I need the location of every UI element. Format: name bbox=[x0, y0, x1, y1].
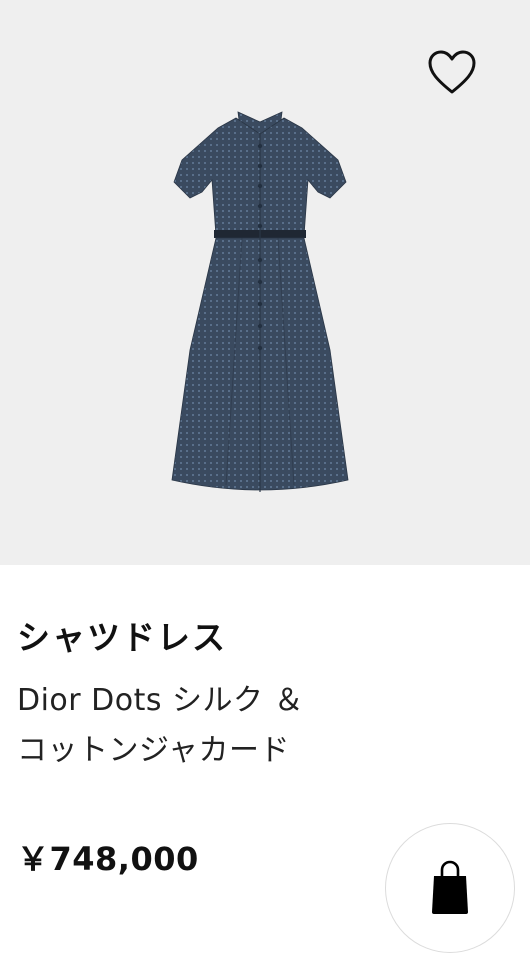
product-subtitle: Dior Dots シルク ＆ コットンジャカード bbox=[17, 676, 517, 776]
heart-outline-icon bbox=[428, 50, 476, 94]
product-image bbox=[171, 111, 349, 492]
product-info: シャツドレス Dior Dots シルク ＆ コットンジャカード bbox=[17, 612, 517, 776]
product-price: ￥748,000 bbox=[17, 840, 199, 878]
product-subtitle-line-2: コットンジャカード bbox=[17, 733, 290, 768]
shopping-bag-icon bbox=[432, 860, 468, 914]
add-to-cart-button[interactable] bbox=[385, 823, 515, 953]
product-card[interactable]: シャツドレス Dior Dots シルク ＆ コットンジャカード ￥748,00… bbox=[0, 0, 530, 973]
product-image-area[interactable] bbox=[0, 0, 530, 565]
product-subtitle-line-1: Dior Dots シルク ＆ bbox=[17, 683, 305, 718]
wishlist-button[interactable] bbox=[420, 40, 484, 104]
product-title[interactable]: シャツドレス bbox=[17, 612, 517, 664]
